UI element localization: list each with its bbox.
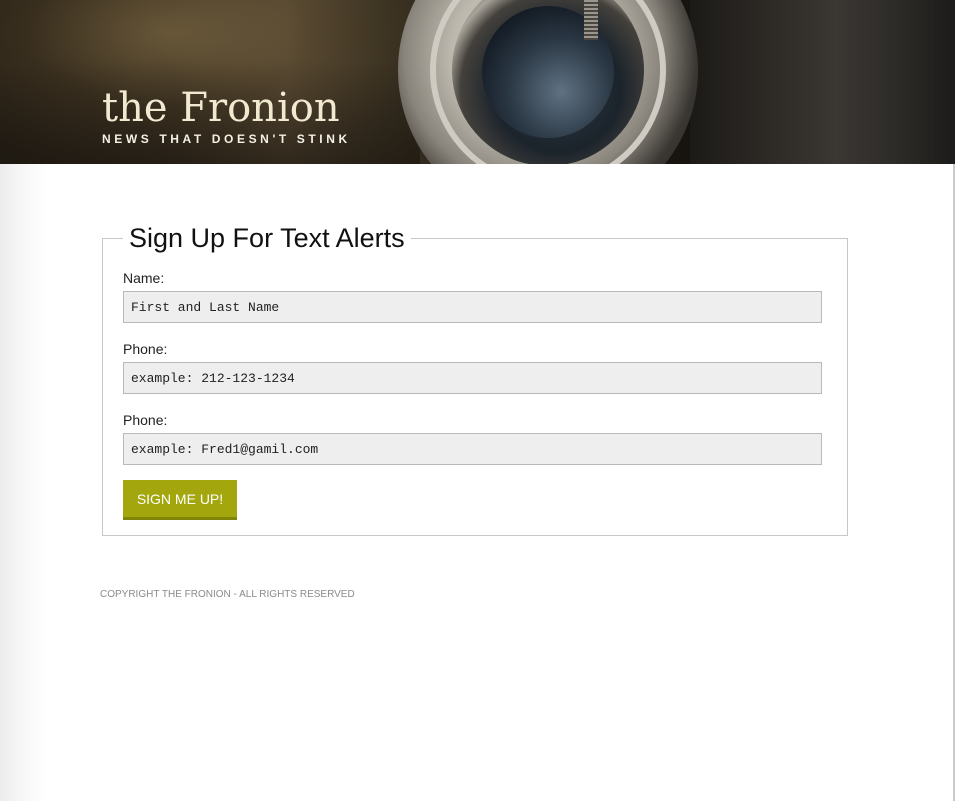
- email-label: Phone:: [123, 412, 168, 428]
- sign-up-button[interactable]: SIGN ME UP!: [123, 480, 237, 520]
- phone-input[interactable]: [123, 362, 822, 394]
- site-logo-link[interactable]: the Fronion NEWS THAT DOESN'T STINK: [102, 86, 351, 146]
- site-logo: the Fronion: [102, 85, 340, 131]
- form-title: Sign Up For Text Alerts: [129, 223, 405, 253]
- site-tagline: NEWS THAT DOESN'T STINK: [102, 132, 351, 146]
- phone-label: Phone:: [123, 341, 168, 357]
- name-label: Name:: [123, 270, 165, 286]
- header-banner: the Fronion NEWS THAT DOESN'T STINK: [0, 0, 955, 164]
- name-input[interactable]: [123, 291, 822, 323]
- page-side-shadow: [0, 164, 48, 801]
- camera-body-image: [690, 0, 955, 164]
- copyright-text: COPYRIGHT THE FRONION - ALL RIGHTS RESER…: [100, 589, 355, 600]
- email-input[interactable]: [123, 433, 822, 465]
